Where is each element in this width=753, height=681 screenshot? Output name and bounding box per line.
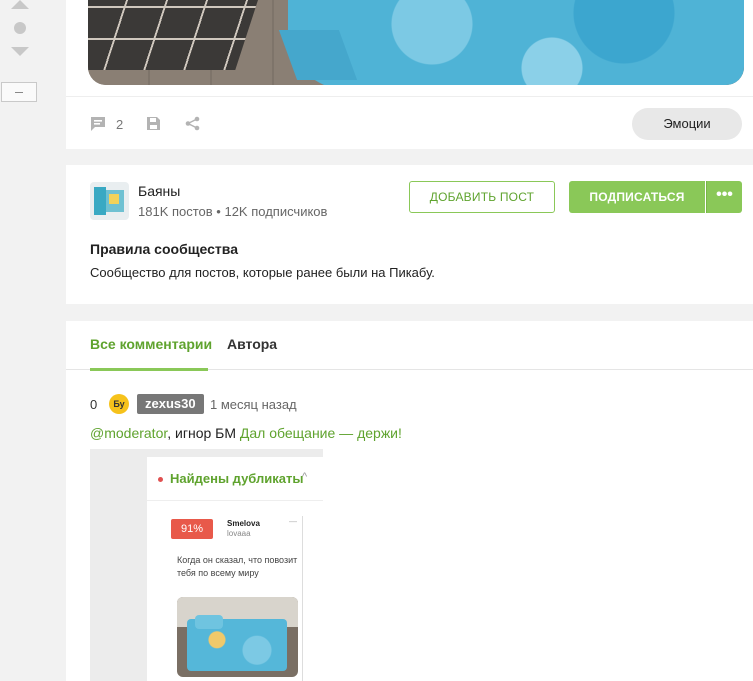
upvote-arrow-icon[interactable]: [11, 0, 29, 9]
community-avatar[interactable]: [90, 182, 129, 220]
community-card: Баяны 181K постов • 12K подписчиков ДОБА…: [66, 165, 753, 304]
duplicates-header: Найдены дубликаты ^: [147, 457, 323, 501]
duplicates-panel: Найдены дубликаты ^ 91% Smelova lovaaa —…: [147, 457, 323, 681]
comments-card: Все комментарии Автора 0 Бу zexus30 1 ме…: [66, 321, 753, 681]
community-stats: 181K постов • 12K подписчиков: [138, 204, 328, 219]
minus-icon: [15, 92, 23, 93]
comments-tabs: Все комментарии Автора: [66, 321, 753, 371]
duplicate-card: 91% Smelova lovaaa — Когда он сказал, чт…: [169, 516, 303, 681]
post-footer: 2 Эмоции: [66, 96, 753, 149]
user-avatar[interactable]: Бу: [109, 394, 129, 414]
duplicate-thumbnail: [177, 597, 298, 677]
comment-username[interactable]: zexus30: [137, 394, 204, 414]
rating-rail: [0, 0, 40, 681]
community-name[interactable]: Баяны: [138, 183, 180, 199]
add-post-button[interactable]: ДОБАВИТЬ ПОСТ: [409, 181, 555, 213]
post-card: [66, 0, 753, 96]
duplicate-caption: Когда он сказал, что повозит тебя по все…: [177, 555, 298, 578]
comment-time[interactable]: 1 месяц назад: [210, 397, 297, 412]
chevron-up-icon: ^: [302, 471, 308, 483]
more-options-button[interactable]: •••: [706, 181, 742, 213]
tab-all-comments[interactable]: Все комментарии: [90, 336, 212, 352]
active-tab-indicator: [90, 368, 208, 371]
match-percent-badge: 91%: [171, 519, 213, 539]
close-icon: —: [289, 517, 297, 526]
comments-count[interactable]: 2: [116, 117, 123, 132]
mention-link[interactable]: @moderator: [90, 425, 167, 441]
comment-rating: 0: [90, 397, 98, 412]
collapse-button[interactable]: [1, 82, 37, 102]
downvote-arrow-icon[interactable]: [11, 47, 29, 56]
comment-text: , игнор БМ: [167, 425, 240, 441]
rules-text: Сообщество для постов, которые ранее был…: [90, 265, 435, 280]
post-image[interactable]: [88, 0, 744, 85]
emotions-button[interactable]: Эмоции: [632, 108, 742, 140]
tab-author[interactable]: Автора: [227, 336, 277, 352]
duplicates-title: Найдены дубликаты: [170, 471, 304, 486]
rules-title: Правила сообщества: [90, 241, 238, 257]
comment-embedded-image[interactable]: Найдены дубликаты ^ 91% Smelova lovaaa —…: [90, 449, 323, 681]
comment-link[interactable]: Дал обещание — держи!: [240, 425, 402, 441]
save-icon[interactable]: [146, 116, 161, 136]
duplicate-handle: lovaaa: [227, 529, 251, 538]
rating-dot-icon: [14, 22, 26, 34]
share-icon[interactable]: [185, 116, 200, 136]
comments-icon[interactable]: [90, 116, 106, 137]
comment-body: @moderator, игнор БМ Дал обещание — держ…: [90, 425, 402, 441]
rug-shape: [88, 0, 259, 70]
subscribe-button[interactable]: ПОДПИСАТЬСЯ: [569, 181, 705, 213]
duplicate-author: Smelova: [227, 519, 260, 528]
bedspread-shape: [288, 0, 744, 85]
alert-dot-icon: [158, 477, 163, 482]
